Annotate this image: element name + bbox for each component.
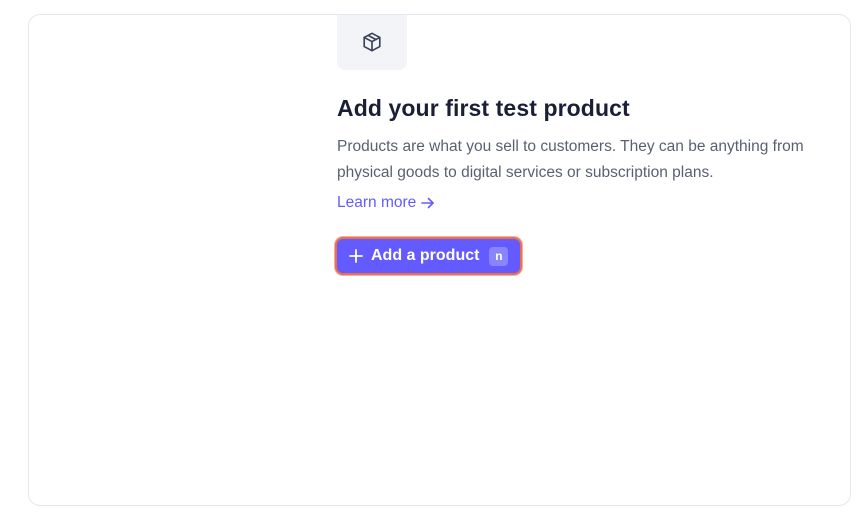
- arrow-right-icon: [421, 197, 435, 209]
- add-product-button[interactable]: Add a product n: [335, 237, 523, 275]
- learn-more-link[interactable]: Learn more: [337, 194, 435, 212]
- page: Add your first test product Products are…: [0, 0, 868, 529]
- plus-icon: [349, 249, 363, 263]
- empty-state-title: Add your first test product: [337, 95, 630, 121]
- empty-state-card: Add your first test product Products are…: [28, 14, 851, 506]
- learn-more-label: Learn more: [337, 194, 417, 211]
- box-icon: [361, 31, 383, 53]
- keyboard-shortcut-badge: n: [489, 246, 509, 266]
- product-icon-tile: [337, 15, 407, 70]
- empty-state-description: Products are what you sell to customers.…: [337, 138, 804, 181]
- add-product-label: Add a product: [371, 247, 480, 264]
